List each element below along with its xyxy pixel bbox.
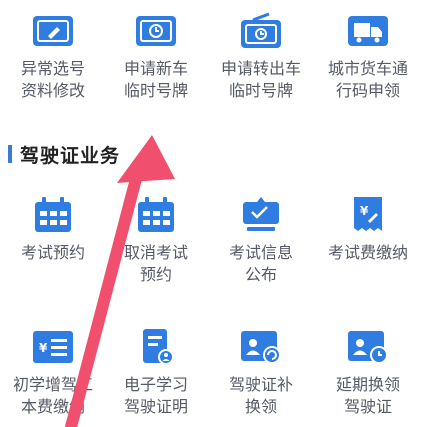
truck-icon	[348, 16, 388, 46]
tile-label-line1: 取消考试	[123, 243, 188, 262]
card-edit-icon	[33, 16, 73, 46]
tile-label-line1: 申请新车	[123, 59, 188, 78]
tile-label-line1: 异常选号	[20, 59, 85, 78]
tile-label-line2: 资料修改	[20, 81, 85, 100]
clock-plate-transfer-icon	[241, 12, 281, 48]
tile-e-learning-certificate[interactable]: 电子学习 驾驶证明	[103, 322, 209, 422]
tile-license-extension[interactable]: 延期换领 驾驶证	[315, 322, 421, 422]
section-title-text: 驾驶证业务	[20, 144, 121, 167]
info-board-icon	[243, 197, 279, 231]
tile-exam-info-publish[interactable]: 考试信息 公布	[208, 190, 314, 285]
tile-label-line1: 申请转出车	[220, 59, 301, 78]
tile-label-line2: 行码申领	[335, 81, 400, 100]
tile-label-line2: 驾驶证明	[123, 397, 188, 416]
license-refresh-icon	[241, 331, 281, 364]
tile-city-truck-pass[interactable]: 城市货车通 行码申领	[315, 0, 421, 100]
tile-label-line2: 换领	[244, 397, 277, 416]
tile-label-line2: 驾驶证	[343, 397, 392, 416]
tile-label-line1: 驾驶证补	[228, 375, 293, 394]
section-accent-bar	[8, 145, 12, 163]
tile-label-line1: 延期换领	[335, 375, 400, 394]
tile-new-car-temp-plate[interactable]: 申请新车 临时号牌	[103, 0, 209, 100]
yuan-receipt-icon: ¥	[354, 197, 382, 231]
license-clock-icon	[348, 331, 388, 364]
svg-text:¥: ¥	[39, 341, 48, 355]
tile-abnormal-number-edit[interactable]: 异常选号 资料修改	[0, 0, 106, 100]
tile-label-line1: 初学增驾工	[12, 375, 93, 394]
clock-plate-icon	[136, 16, 176, 46]
calendar-icon	[35, 197, 71, 232]
document-user-icon	[143, 329, 174, 365]
tile-label-line2: 预约	[139, 265, 172, 284]
tile-label-line1: 考试信息	[228, 243, 293, 262]
tile-label-line2: 本费缴纳	[20, 397, 85, 416]
tile-license-replacement[interactable]: 驾驶证补 换领	[208, 322, 314, 422]
tile-label-line1: 考试预约	[20, 243, 85, 262]
tile-exam-fee-payment[interactable]: ¥ 考试费缴纳	[315, 190, 421, 285]
yuan-card-icon: ¥	[33, 331, 73, 363]
tile-label-line1: 考试费缴纳	[327, 243, 408, 262]
tile-label-line1: 城市货车通	[327, 59, 408, 78]
tile-label-line2: 临时号牌	[123, 81, 188, 100]
tile-learner-fee-payment[interactable]: ¥ 初学增驾工 本费缴纳	[0, 322, 106, 422]
calendar-cancel-icon	[138, 197, 174, 232]
tile-transfer-car-temp-plate[interactable]: 申请转出车 临时号牌	[208, 0, 314, 100]
svg-text:¥: ¥	[360, 204, 369, 218]
tile-label-line2: 临时号牌	[228, 81, 293, 100]
tile-cancel-exam-booking[interactable]: 取消考试 预约	[103, 190, 209, 285]
tile-label-line1: 电子学习	[123, 375, 188, 394]
tile-label-line2: 公布	[244, 265, 277, 284]
arrow-head	[117, 135, 175, 183]
tile-exam-booking[interactable]: 考试预约	[0, 190, 106, 285]
section-title-driver-license: 驾驶证业务	[8, 142, 121, 167]
